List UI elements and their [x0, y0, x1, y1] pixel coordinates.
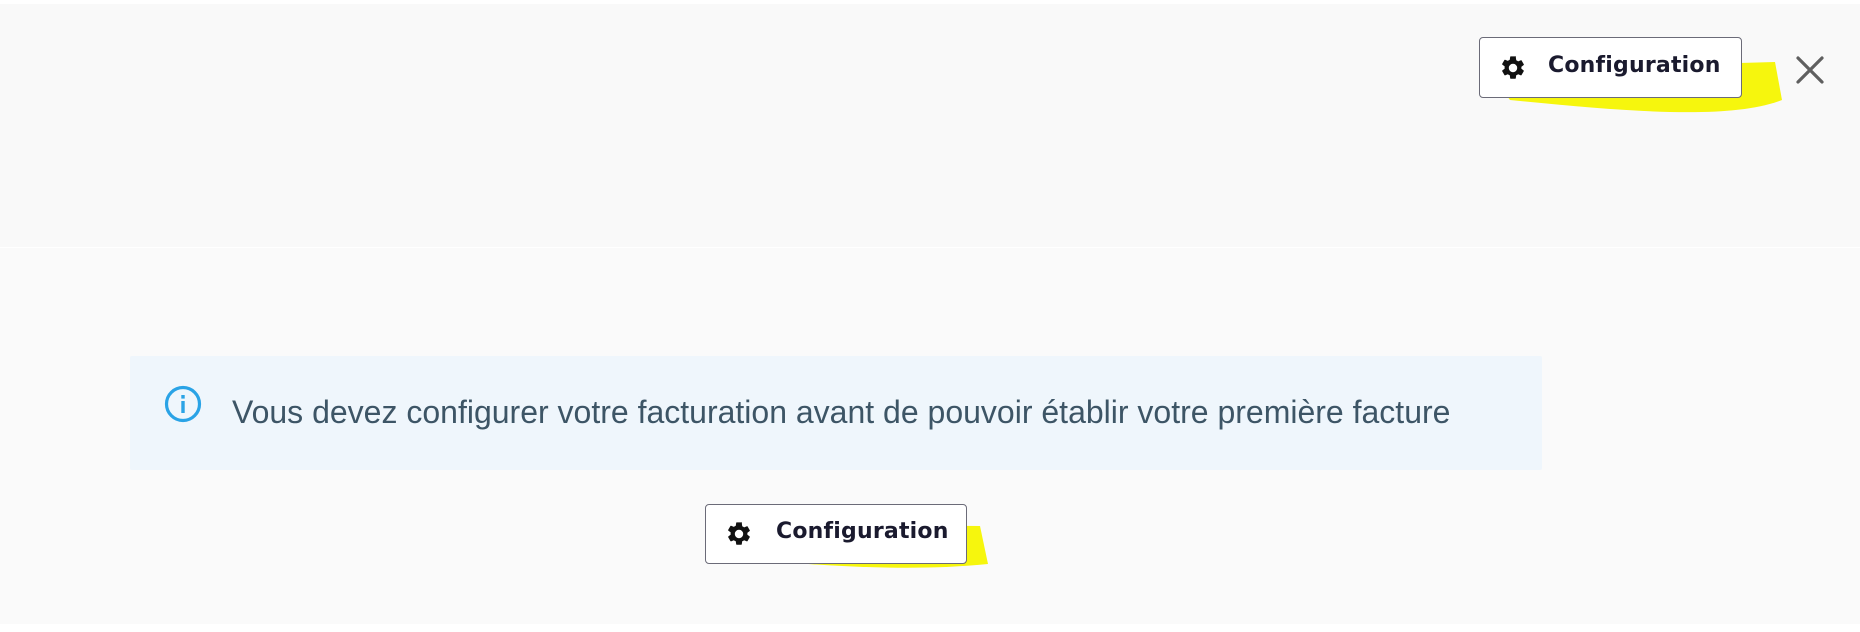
configuration-button-top[interactable]: Configuration: [1479, 37, 1742, 98]
configuration-button-main[interactable]: Configuration: [705, 504, 967, 564]
info-message: Vous devez configurer votre facturation …: [232, 394, 1451, 430]
gear-icon: [1498, 53, 1528, 83]
info-icon: [163, 384, 203, 424]
close-icon[interactable]: [1790, 50, 1830, 90]
configuration-button-label: Configuration: [1548, 53, 1721, 78]
info-banner: Vous devez configurer votre facturation …: [130, 356, 1542, 470]
gear-icon: [724, 519, 754, 549]
configuration-button-label: Configuration: [776, 519, 949, 544]
